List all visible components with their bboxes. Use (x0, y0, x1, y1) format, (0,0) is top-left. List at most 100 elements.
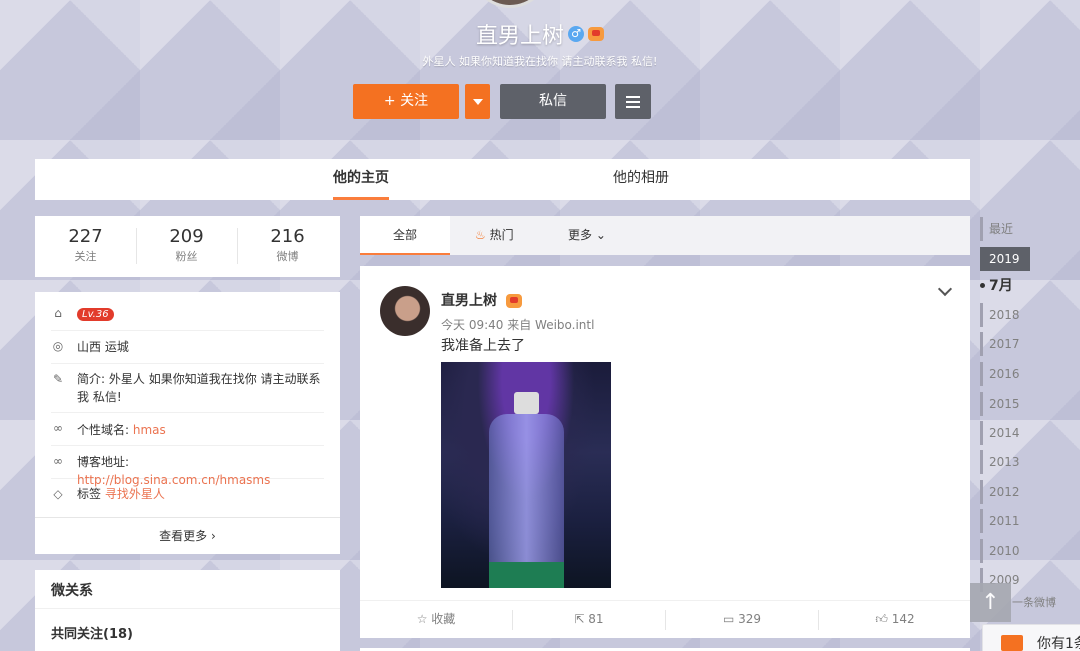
comment-button[interactable]: ▭ 329 (666, 601, 818, 639)
feed-tab-hot[interactable]: ♨ 热门 (475, 216, 514, 255)
chevron-down-icon: ⌄ (595, 228, 606, 242)
stat-followers[interactable]: 209 粉丝 (136, 226, 237, 264)
bookmark-icon: ⌂ (54, 306, 62, 320)
feed-tabs: 全部 ♨ 热门 更多 ⌄ (360, 216, 970, 255)
timeline-year[interactable]: 2011 (980, 509, 1060, 533)
blog-label: 博客地址: (77, 455, 130, 469)
timeline-year[interactable]: 2010 (980, 539, 1060, 563)
stat-label: 粉丝 (175, 250, 198, 263)
follow-label: 关注 (400, 93, 429, 109)
tags-wrap: 标签 寻找外星人 (77, 485, 165, 503)
common-follows-link[interactable]: 共同关注(18) (51, 623, 133, 642)
domain-label: 个性域名: (77, 423, 130, 437)
stat-value: 216 (270, 226, 305, 247)
timeline-year-current[interactable]: 2019 (980, 247, 1030, 271)
stats-box: 227 关注 209 粉丝 216 微博 (35, 216, 340, 277)
feed-tab-hot-label: 热门 (489, 228, 514, 242)
timeline-year[interactable]: 2014 (980, 421, 1060, 445)
relations-box: 微关系 共同关注(18) (35, 570, 340, 651)
blog-wrap: 博客地址: http://blog.sina.com.cn/hmasms (77, 453, 324, 489)
bottle-image-content (489, 392, 564, 588)
relations-title: 微关系 (51, 583, 93, 599)
post-image[interactable] (441, 362, 611, 588)
info-row-blog: ∞ 博客地址: http://blog.sina.com.cn/hmasms (51, 452, 324, 487)
fire-icon: ♨ (475, 228, 486, 242)
post-author-name[interactable]: 直男上树 (441, 293, 497, 309)
timeline-year[interactable]: 2013 (980, 450, 1060, 474)
level-badge[interactable]: Lv.36 (77, 308, 114, 321)
info-row-level: ⌂ Lv.36 (51, 304, 324, 331)
level-wrap: Lv.36 (77, 304, 114, 322)
repost-icon: ⇱ (574, 612, 585, 626)
post-text: 我准备上去了 (441, 338, 525, 354)
male-icon: ♂ (568, 26, 584, 42)
info-row-location: ◎ 山西 运城 (51, 337, 324, 364)
message-notification[interactable]: 你有1条 (982, 624, 1080, 651)
follow-dropdown-button[interactable] (465, 84, 490, 119)
collect-button[interactable]: ☆ 收藏 (360, 601, 512, 639)
stat-posts[interactable]: 216 微博 (237, 226, 338, 264)
link-icon: ∞ (53, 454, 63, 468)
info-row-intro: ✎ 简介: 外星人 如果你知道我在找你 请主动联系我 私信! (51, 370, 324, 413)
location-text: 山西 运城 (77, 340, 129, 354)
notification-text: 你有1条 (1037, 636, 1080, 651)
repost-button[interactable]: ⇱ 81 (513, 601, 665, 639)
menu-icon (626, 96, 640, 98)
tab-album[interactable]: 他的相册 (613, 159, 669, 200)
post-actions: ☆ 收藏 ⇱ 81 ▭ 329 👍︎ 142 (360, 600, 970, 638)
like-count: 142 (891, 612, 915, 626)
info-row-domain: ∞ 个性域名: hmas (51, 419, 324, 446)
tag-link[interactable]: 寻找外星人 (105, 487, 165, 501)
domain-wrap: 个性域名: hmas (77, 421, 166, 439)
comment-count: 329 (738, 612, 762, 626)
arrow-up-icon: ↑ (981, 590, 1000, 615)
post-author-avatar[interactable] (380, 286, 430, 336)
intro-wrap: 简介: 外星人 如果你知道我在找你 请主动联系我 私信! (77, 370, 327, 406)
profile-name: 直男上树 (475, 24, 564, 49)
timeline-year[interactable]: 2017 (980, 332, 1060, 356)
follow-button[interactable]: + 关注 (353, 84, 459, 119)
intro-label: 简介: (77, 372, 106, 386)
domain-link[interactable]: hmas (133, 423, 166, 437)
timeline-year[interactable]: 2016 (980, 362, 1060, 386)
like-button[interactable]: 👍︎ 142 (819, 601, 971, 639)
see-more-label: 查看更多 (159, 529, 208, 543)
timeline-recent[interactable]: 最近 (980, 217, 1060, 241)
stat-value: 209 (169, 226, 204, 247)
collect-label: 收藏 (431, 612, 456, 626)
stat-following[interactable]: 227 关注 (35, 226, 136, 264)
feed-tab-all[interactable]: 全部 (360, 216, 450, 255)
post-author-wrap: 直男上树 (441, 290, 522, 310)
bottle-liquid (489, 562, 564, 588)
timeline-month[interactable]: 7月 (980, 274, 1060, 298)
stat-label: 关注 (74, 250, 97, 263)
timeline-year[interactable]: 2012 (980, 480, 1060, 504)
profile-tabs: 他的主页 他的相册 (35, 159, 970, 200)
timeline-year[interactable]: 2018 (980, 303, 1060, 327)
link-icon: ∞ (53, 421, 63, 435)
vip-icon[interactable] (505, 294, 522, 308)
menu-icon-line (626, 101, 640, 103)
star-icon: ☆ (416, 612, 428, 626)
more-menu-button[interactable] (615, 84, 651, 119)
feed-tab-more[interactable]: 更多 ⌄ (568, 216, 606, 255)
timeline-year[interactable]: 2015 (980, 392, 1060, 416)
stat-value: 227 (68, 226, 103, 247)
profile-avatar[interactable] (470, 0, 550, 8)
intro-text: 外星人 如果你知道我在找你 请主动联系我 私信! (77, 372, 321, 404)
chevron-down-icon[interactable] (937, 281, 953, 297)
tab-home[interactable]: 他的主页 (333, 159, 389, 200)
repost-count: 81 (588, 612, 604, 626)
see-more-button[interactable]: 查看更多 › (35, 517, 340, 554)
message-button[interactable]: 私信 (500, 84, 606, 119)
vip-icon[interactable] (588, 27, 604, 41)
bottle-cap (514, 392, 539, 414)
post-card: 直男上树 今天 09:40 来自 Weibo.intl 我准备上去了 ☆ 收藏 … (360, 266, 970, 638)
profile-name-row: 直男上树 ♂ (0, 18, 1080, 50)
chevron-right-icon: › (211, 529, 216, 543)
back-to-top-button[interactable]: ↑ (970, 583, 1011, 622)
stat-label: 微博 (276, 250, 299, 263)
menu-icon-line (626, 106, 640, 108)
envelope-icon (1001, 635, 1023, 651)
post-meta[interactable]: 今天 09:40 来自 Weibo.intl (441, 316, 594, 333)
